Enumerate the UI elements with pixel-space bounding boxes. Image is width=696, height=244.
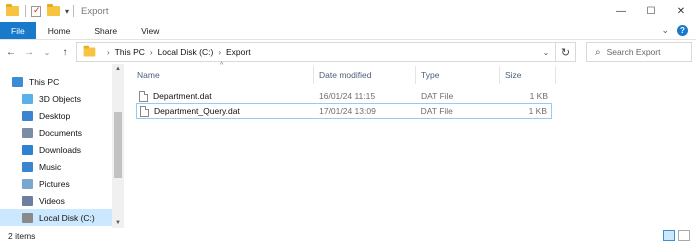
nav-item-label: 3D Objects <box>39 93 82 104</box>
file-type: DAT File <box>421 91 454 101</box>
nav-item-label: Local Disk (C:) <box>39 212 95 223</box>
close-button[interactable]: ✕ <box>666 0 696 22</box>
new-folder-icon[interactable] <box>47 4 60 16</box>
documents-icon <box>22 127 33 138</box>
tab-file[interactable]: File <box>0 22 36 39</box>
nav-item-this-pc[interactable]: This PC <box>0 73 112 90</box>
drive-icon <box>22 212 33 223</box>
breadcrumb-this-pc[interactable]: This PC <box>115 47 145 57</box>
file-icon <box>139 90 148 102</box>
expand-ribbon-icon[interactable]: ⌄ <box>661 25 669 36</box>
file-date: 17/01/24 13:09 <box>319 106 376 116</box>
nav-item-pictures[interactable]: Pictures <box>0 175 112 192</box>
file-name-cell: Department.dat <box>136 90 314 102</box>
forward-button[interactable]: → <box>22 47 36 58</box>
nav-item-local-disk[interactable]: Local Disk (C:) <box>0 209 112 226</box>
file-type: DAT File <box>420 106 453 116</box>
back-button[interactable]: ← <box>4 47 18 58</box>
nav-item-label: Downloads <box>39 144 82 155</box>
nav-item-music[interactable]: Music <box>0 158 112 175</box>
tab-share[interactable]: Share <box>82 22 129 39</box>
address-dropdown-icon[interactable]: ⌄ <box>539 43 553 61</box>
minimize-button[interactable]: — <box>606 0 636 22</box>
divider <box>25 5 26 17</box>
ribbon-tabs: File Home Share View ⌄ ? <box>0 22 696 40</box>
nav-item-label: Pictures <box>39 178 70 189</box>
nav-item-desktop[interactable]: Desktop <box>0 107 112 124</box>
scroll-down-icon[interactable]: ▼ <box>112 218 124 228</box>
desktop-icon <box>22 110 33 121</box>
nav-item-3d-objects[interactable]: 3D Objects <box>0 90 112 107</box>
details-view-icon[interactable] <box>663 230 675 241</box>
file-icon <box>140 105 149 117</box>
chevron-right-icon[interactable]: › <box>218 48 221 57</box>
navigation-pane: This PC 3D Objects Desktop Documents Dow… <box>0 64 124 228</box>
maximize-button[interactable]: ☐ <box>636 0 666 22</box>
window-controls: — ☐ ✕ <box>606 0 696 22</box>
search-icon: ⌕ <box>595 46 601 58</box>
nav-item-label: Desktop <box>39 110 71 121</box>
title-bar: ▾ Export — ☐ ✕ <box>0 0 696 22</box>
file-date: 16/01/24 11:15 <box>319 91 376 101</box>
help-icon[interactable]: ? <box>677 25 688 36</box>
scrollbar-thumb[interactable] <box>114 112 122 178</box>
nav-item-downloads[interactable]: Downloads <box>0 141 112 158</box>
scroll-up-icon[interactable]: ▲ <box>112 64 124 74</box>
recent-locations-button[interactable]: ⌄ <box>40 48 54 57</box>
file-row[interactable]: Department_Query.dat 17/01/24 13:09 DAT … <box>136 103 552 119</box>
videos-icon <box>22 195 33 206</box>
folder-icon <box>6 4 19 16</box>
tab-view[interactable]: View <box>129 22 171 39</box>
downloads-icon <box>22 144 33 155</box>
column-header-type[interactable]: Type <box>416 66 500 84</box>
nav-item-label: Documents <box>39 127 82 138</box>
view-switcher <box>663 230 690 241</box>
item-count: 2 items <box>8 231 36 241</box>
breadcrumb-local-disk[interactable]: Local Disk (C:) <box>158 47 214 57</box>
chevron-right-icon[interactable]: › <box>150 48 153 57</box>
file-name: Department.dat <box>153 91 212 101</box>
address-bar[interactable]: › This PC › Local Disk (C:) › Export ⌄ ↻ <box>76 42 576 62</box>
window-title: Export <box>81 5 109 17</box>
file-list-header: ^ Name Date modified Type Size <box>132 62 556 84</box>
column-label: Type <box>421 70 440 80</box>
file-size: 1 KB <box>528 106 547 116</box>
breadcrumb-export[interactable]: Export <box>226 47 251 57</box>
folder-icon <box>83 45 96 57</box>
large-icons-view-icon[interactable] <box>678 230 690 241</box>
column-label: Size <box>505 70 522 80</box>
computer-icon <box>12 76 23 87</box>
chevron-right-icon[interactable]: › <box>107 48 110 57</box>
customize-toolbar-icon[interactable]: ▾ <box>65 7 69 16</box>
column-label: Name <box>137 70 160 80</box>
nav-item-documents[interactable]: Documents <box>0 124 112 141</box>
nav-item-videos[interactable]: Videos <box>0 192 112 209</box>
nav-item-label: Videos <box>39 195 65 206</box>
pictures-icon <box>22 178 33 189</box>
column-header-size[interactable]: Size <box>500 66 556 84</box>
navigation-scrollbar[interactable]: ▲ ▼ <box>112 64 124 228</box>
search-input[interactable] <box>606 47 687 57</box>
nav-item-label: This PC <box>29 76 60 87</box>
refresh-button[interactable]: ↻ <box>555 43 575 61</box>
quick-access-toolbar: ▾ Export <box>0 0 108 22</box>
divider <box>73 5 75 17</box>
file-row[interactable]: Department.dat 16/01/24 11:15 DAT File 1… <box>136 88 552 104</box>
nav-item-label: Music <box>39 161 62 172</box>
up-button[interactable]: ↑ <box>58 47 72 58</box>
search-box[interactable]: ⌕ <box>586 42 692 62</box>
tab-home[interactable]: Home <box>36 22 83 39</box>
status-bar: 2 items <box>0 228 696 244</box>
column-header-date-modified[interactable]: Date modified <box>314 66 416 84</box>
file-name-cell: Department_Query.dat <box>137 105 314 117</box>
music-icon <box>22 161 33 172</box>
column-label: Date modified <box>319 70 372 80</box>
properties-icon[interactable] <box>31 5 41 17</box>
sort-ascending-icon: ^ <box>220 62 224 69</box>
column-header-name[interactable]: ^ Name <box>132 62 314 84</box>
file-size: 1 KB <box>529 91 548 101</box>
file-name: Department_Query.dat <box>154 106 240 116</box>
cube-icon <box>22 93 33 104</box>
